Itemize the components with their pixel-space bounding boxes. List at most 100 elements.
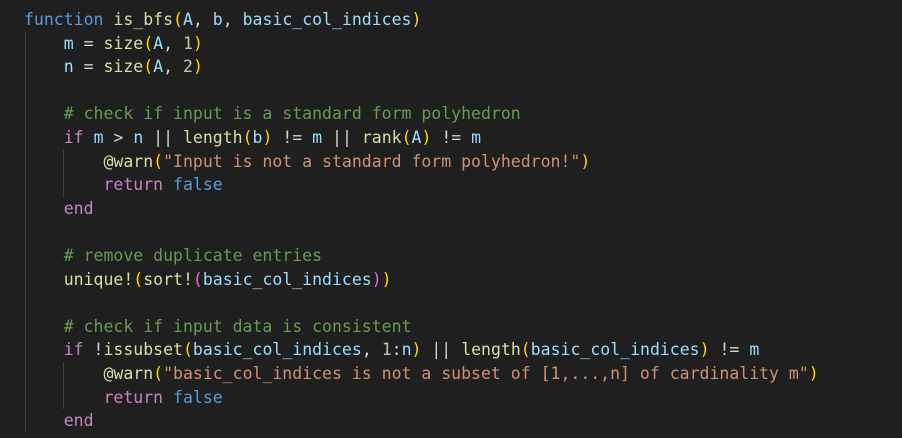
code-line[interactable]: m = size(A, 1) xyxy=(24,32,203,56)
whitespace-operator-token xyxy=(24,175,103,194)
whitespace-operator-token: , xyxy=(222,10,243,29)
bracket-token: ( xyxy=(192,269,203,289)
code-editor[interactable]: function is_bfs(A, b, basic_col_indices)… xyxy=(0,0,902,438)
function-name-token: issubset xyxy=(103,340,183,360)
control-keyword-token: return xyxy=(103,175,164,195)
code-line[interactable]: return false xyxy=(24,386,223,410)
code-line[interactable]: function is_bfs(A, b, basic_col_indices) xyxy=(24,8,421,32)
whitespace-operator-token xyxy=(163,388,173,407)
whitespace-operator-token xyxy=(24,411,64,430)
number-token: 1 xyxy=(183,33,193,53)
identifier-token: A xyxy=(411,128,422,147)
bracket-token: ) xyxy=(381,269,392,289)
whitespace-operator-token: = xyxy=(73,57,104,77)
control-keyword-token: end xyxy=(63,411,94,431)
bracket-token: ) xyxy=(262,128,273,147)
whitespace-operator-token xyxy=(24,364,103,383)
whitespace-operator-token xyxy=(24,246,64,265)
whitespace-operator-token xyxy=(24,340,64,359)
code-line[interactable]: # check if input is a standard form poly… xyxy=(24,102,521,126)
boolean-token: false xyxy=(173,175,223,195)
code-line[interactable]: return false xyxy=(24,173,223,197)
whitespace-operator-token xyxy=(24,152,103,171)
bracket-token: ( xyxy=(401,128,412,147)
whitespace-operator-token: ! xyxy=(83,340,104,360)
identifier-token: basic_col_indices xyxy=(530,340,700,360)
function-name-token: size xyxy=(103,33,144,53)
code-line[interactable]: end xyxy=(24,409,94,433)
whitespace-operator-token: != xyxy=(272,128,313,147)
whitespace-operator-token xyxy=(24,128,64,147)
identifier-token: n xyxy=(401,340,412,360)
function-name-token: length xyxy=(183,128,243,147)
number-token: 1 xyxy=(381,340,392,360)
identifier-token: basic_col_indices xyxy=(242,10,412,29)
identifier-token: A xyxy=(153,57,164,77)
bracket-token: ) xyxy=(699,340,710,360)
comment-token: # remove duplicate entries xyxy=(63,246,323,265)
function-name-token: rank xyxy=(361,128,402,147)
function-name-token: size xyxy=(103,57,144,77)
bracket-token: ) xyxy=(808,364,819,383)
keyword-token: function xyxy=(24,10,104,29)
boolean-token: false xyxy=(173,387,223,407)
whitespace-operator-token: , xyxy=(163,33,183,53)
bracket-token: ( xyxy=(143,33,154,53)
code-line[interactable]: # remove duplicate entries xyxy=(24,244,322,268)
comment-token: # check if input is a standard form poly… xyxy=(63,104,521,124)
bracket-token: ( xyxy=(173,10,183,29)
control-keyword-token: return xyxy=(103,387,164,407)
identifier-token: b xyxy=(252,128,263,147)
identifier-token: m xyxy=(63,33,74,53)
bracket-token: ( xyxy=(242,128,253,147)
code-line[interactable]: @warn("basic_col_indices is not a subset… xyxy=(24,362,819,386)
bracket-token: ( xyxy=(520,340,531,360)
bracket-token: ( xyxy=(133,269,144,289)
bracket-token: ) xyxy=(421,128,432,147)
whitespace-operator-token xyxy=(24,270,64,289)
identifier-token: n xyxy=(133,128,144,147)
identifier-token: A xyxy=(153,33,164,53)
identifier-token: m xyxy=(471,128,482,147)
code-line[interactable]: if m > n || length(b) != m || rank(A) !=… xyxy=(24,126,481,150)
whitespace-operator-token: || xyxy=(322,128,362,147)
identifier-token: basic_col_indices xyxy=(202,269,372,289)
whitespace-operator-token xyxy=(163,175,173,194)
string-token: "Input is not a standard form polyhedron… xyxy=(163,151,581,171)
identifier-token: basic_col_indices xyxy=(192,340,362,360)
identifier-token: b xyxy=(212,10,223,29)
whitespace-operator-token xyxy=(24,388,103,407)
identifier-token: m xyxy=(93,128,104,147)
whitespace-operator-token xyxy=(103,10,113,29)
whitespace-operator-token xyxy=(24,57,64,76)
function-name-token: sort! xyxy=(143,269,193,289)
code-line[interactable]: @warn("Input is not a standard form poly… xyxy=(24,150,590,174)
comment-token: # check if input data is consistent xyxy=(63,316,412,336)
macro-token: @warn xyxy=(103,364,154,383)
whitespace-operator-token: > xyxy=(103,128,134,147)
code-line[interactable]: end xyxy=(24,197,94,221)
number-token: 2 xyxy=(183,57,193,77)
bracket-token: ) xyxy=(192,57,203,77)
code-line[interactable]: # check if input data is consistent xyxy=(24,315,412,339)
bracket-token: ( xyxy=(143,57,154,77)
identifier-token: n xyxy=(63,57,74,77)
string-token: "basic_col_indices is not a subset of [1… xyxy=(163,364,809,383)
code-line[interactable]: n = size(A, 2) xyxy=(24,55,203,79)
code-line[interactable]: unique!(sort!(basic_col_indices)) xyxy=(24,268,392,292)
code-line[interactable]: if !issubset(basic_col_indices, 1:n) || … xyxy=(24,338,760,362)
whitespace-operator-token: != xyxy=(431,128,472,147)
bracket-token: ( xyxy=(153,364,164,383)
whitespace-operator-token xyxy=(24,199,64,218)
identifier-token: m xyxy=(312,128,323,147)
whitespace-operator-token: , xyxy=(163,57,183,77)
control-keyword-token: if xyxy=(63,128,84,147)
macro-token: @warn xyxy=(103,151,154,171)
whitespace-operator-token: = xyxy=(73,33,104,53)
whitespace-operator-token xyxy=(24,317,64,336)
whitespace-operator-token: , xyxy=(361,340,382,360)
bracket-token: ) xyxy=(580,151,591,171)
control-keyword-token: if xyxy=(63,340,84,360)
function-name-token: length xyxy=(461,340,521,360)
bracket-token: ) xyxy=(411,10,422,29)
